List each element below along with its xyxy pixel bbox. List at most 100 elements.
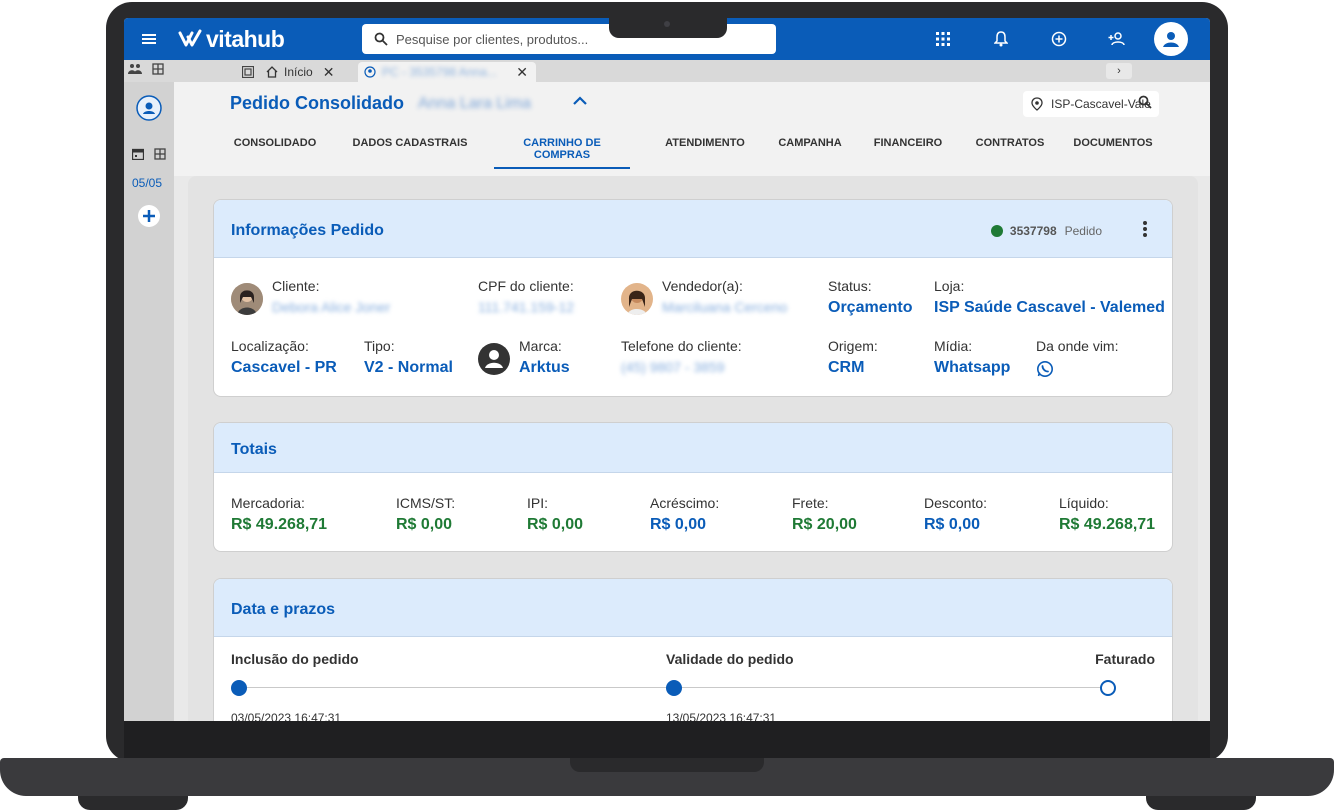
user-avatar-icon[interactable]	[1154, 22, 1188, 56]
camera-icon	[664, 21, 670, 27]
building-icon[interactable]	[152, 63, 164, 75]
bell-icon[interactable]	[972, 18, 1030, 60]
value-localizacao: Cascavel - PR	[231, 359, 337, 376]
laptop-foot	[1146, 796, 1256, 810]
order-number-badge: 3537798 Pedido	[990, 224, 1102, 238]
order-info-title: Informações Pedido	[231, 222, 384, 239]
close-icon[interactable]: ✕	[516, 64, 528, 81]
step-dot	[666, 680, 682, 696]
close-icon[interactable]: ✕	[323, 64, 335, 81]
field-localizacao: Localização: Cascavel - PR	[231, 338, 337, 377]
page-title: Pedido Consolidado	[230, 93, 404, 113]
tab-home-label: Início	[284, 65, 313, 79]
more-vert-icon[interactable]	[1142, 220, 1148, 244]
chevron-up-icon[interactable]	[572, 94, 588, 112]
value-cliente[interactable]: Debora Alice Joner	[272, 299, 390, 315]
chevron-right-icon[interactable]: ›	[1106, 63, 1132, 79]
deadlines-card: Data e prazos Inclusão do pedido 03/05/2…	[213, 578, 1173, 721]
laptop-foot	[78, 796, 188, 810]
totals-title: Totais	[231, 441, 277, 458]
brand-avatar-icon	[478, 343, 510, 375]
store-name: ISP-Cascavel-Vale	[1051, 97, 1151, 111]
laptop-base-notch	[570, 758, 764, 772]
total-label: Desconto:	[924, 495, 988, 511]
strip-left-icons	[128, 63, 164, 75]
total-desconto: Desconto: R$ 0,00	[924, 495, 987, 534]
apps-grid-icon[interactable]	[914, 18, 972, 60]
add-circle-icon[interactable]	[137, 204, 161, 231]
building-icon[interactable]	[154, 148, 166, 160]
order-info-card: Informações Pedido 3537798 Pedido Client…	[213, 199, 1173, 397]
total-value: R$ 0,00	[527, 516, 584, 533]
field-status: Status: Orçamento	[828, 278, 912, 317]
location-pin-icon	[1031, 97, 1043, 111]
total-value: R$ 20,00	[792, 516, 857, 533]
client-name: Anna Lara Lima	[418, 95, 531, 112]
search-icon[interactable]	[1138, 95, 1152, 114]
total-acrescimo: Acréscimo: R$ 0,00	[650, 495, 719, 534]
total-label: Líquido:	[1059, 495, 1109, 511]
deadlines-header: Data e prazos	[214, 579, 1172, 637]
screen-bezel-bottom	[124, 721, 1210, 759]
field-midia: Mídia: Whatsapp	[934, 338, 1010, 377]
value-tipo: V2 - Normal	[364, 359, 453, 376]
total-mercadoria: Mercadoria: R$ 49.268,71	[231, 495, 327, 534]
total-label: IPI:	[527, 495, 549, 511]
calendar-icon[interactable]	[132, 148, 144, 160]
step-date: 13/05/2023 16:47:31	[666, 711, 777, 721]
value-origem: CRM	[828, 359, 865, 376]
picture-in-picture-icon[interactable]	[242, 66, 254, 78]
tab-contratos[interactable]: CONTRATOS	[968, 137, 1052, 169]
top-actions	[914, 18, 1210, 60]
order-number-label: Pedido	[1064, 224, 1102, 238]
value-loja: ISP Saúde Cascavel - Valemed	[934, 299, 1165, 316]
add-person-icon[interactable]	[1088, 18, 1146, 60]
label-origem: Origem:	[828, 338, 878, 354]
total-value: R$ 0,00	[924, 516, 981, 533]
tab-atendimento[interactable]: ATENDIMENTO	[654, 137, 756, 169]
label-cpf: CPF do cliente:	[478, 278, 574, 294]
total-value: R$ 49.268,71	[231, 516, 328, 533]
vitahub-logo[interactable]: vitahub	[178, 25, 285, 52]
label-marca: Marca:	[519, 338, 562, 354]
main-content: Informações Pedido 3537798 Pedido Client…	[188, 176, 1198, 721]
label-cliente: Cliente:	[272, 278, 320, 294]
add-circle-icon[interactable]	[1030, 18, 1088, 60]
value-status: Orçamento	[828, 299, 913, 316]
tab-consolidado[interactable]: CONSOLIDADO	[224, 137, 326, 169]
tab-home[interactable]: Início ✕	[236, 62, 340, 82]
total-value: R$ 0,00	[650, 516, 707, 533]
label-telefone: Telefone do cliente:	[621, 338, 742, 354]
value-telefone: (45) 9807 - 3859	[621, 359, 725, 375]
total-value: R$ 0,00	[396, 516, 453, 533]
status-dot	[990, 225, 1003, 237]
tab-order-label: PC - 3535798 Anna...	[382, 65, 497, 79]
field-marca: Marca: Arktus	[519, 338, 570, 377]
totals-header: Totais	[214, 423, 1172, 473]
step-dot	[231, 680, 247, 696]
app-screen: vitahub Pesquise por clientes, produtos.…	[124, 18, 1210, 721]
label-vendedor: Vendedor(a):	[662, 278, 743, 294]
tab-carrinho-de-compras[interactable]: CARRINHO DE COMPRAS	[494, 137, 630, 169]
field-vendedor: Vendedor(a): Marciluana Cerceno	[662, 278, 787, 315]
tab-documentos[interactable]: DOCUMENTOS	[1068, 137, 1158, 169]
total-label: Frete:	[792, 495, 829, 511]
camera-notch	[609, 18, 727, 38]
tab-campanha[interactable]: CAMPANHA	[770, 137, 850, 169]
app-name: vitahub	[206, 25, 285, 52]
tab-order[interactable]: PC - 3535798 Anna... ✕	[358, 62, 536, 82]
customer-service-icon[interactable]	[136, 95, 162, 124]
tab-financeiro[interactable]: FINANCEIRO	[866, 137, 950, 169]
people-icon[interactable]	[128, 63, 142, 75]
hamburger-menu-icon[interactable]	[140, 30, 158, 48]
window-tab-strip: Início ✕ PC - 3535798 Anna... ✕ ›	[124, 60, 1210, 82]
whatsapp-icon[interactable]	[1036, 360, 1118, 383]
field-cpf: CPF do cliente: 111.741.159-12	[478, 278, 574, 315]
field-tipo: Tipo: V2 - Normal	[364, 338, 453, 377]
label-localizacao: Localização:	[231, 338, 309, 354]
order-number: 3537798	[1009, 224, 1057, 238]
tab-dados-cadastrais[interactable]: DADOS CADASTRAIS	[342, 137, 478, 169]
field-onde-vim: Da onde vim:	[1036, 338, 1118, 383]
value-midia: Whatsapp	[934, 359, 1011, 376]
seller-avatar	[621, 283, 653, 315]
